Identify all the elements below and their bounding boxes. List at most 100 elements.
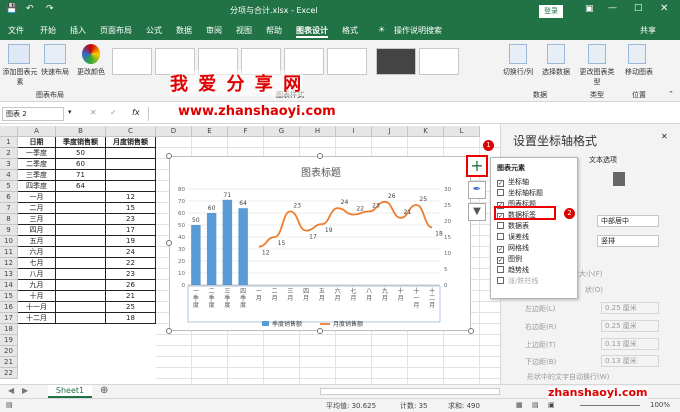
row-header[interactable]: 15 — [0, 291, 18, 302]
chart-element-option[interactable]: ✓ 坐标轴 — [497, 177, 529, 188]
row-header[interactable]: 20 — [0, 346, 18, 357]
select-data-icon[interactable] — [547, 44, 565, 64]
chart-title[interactable]: 图表标题 — [301, 166, 341, 179]
add-chart-element-button[interactable]: 添加图表元素 — [2, 67, 38, 87]
tab-formulas[interactable]: 公式 — [146, 25, 162, 36]
collapse-ribbon-icon[interactable]: ⌃ — [668, 90, 674, 98]
row-header[interactable]: 14 — [0, 280, 18, 291]
table-cell[interactable]: 17 — [106, 225, 156, 236]
table-cell[interactable]: 60 — [56, 159, 106, 170]
resize-handle[interactable] — [166, 240, 172, 246]
share-button[interactable]: 共享 — [640, 25, 656, 36]
page-layout-view-icon[interactable]: ▤ — [532, 401, 539, 409]
save-icon[interactable]: 💾 — [6, 4, 17, 14]
prev-sheet-icon[interactable]: ◀ — [8, 386, 14, 395]
select-data-button[interactable]: 选择数据 — [536, 67, 576, 77]
table-cell[interactable]: 三月 — [18, 214, 56, 225]
checkbox[interactable]: ✓ — [497, 180, 504, 187]
table-cell[interactable]: 18 — [106, 313, 156, 324]
table-cell[interactable] — [56, 214, 106, 225]
row-header[interactable]: 3 — [0, 159, 18, 170]
chart-styles-brush-icon[interactable]: ✒ — [468, 181, 486, 199]
vertical-align-select[interactable]: 中部居中 — [597, 215, 659, 227]
table-cell[interactable]: 12 — [106, 192, 156, 203]
row-header[interactable]: 19 — [0, 335, 18, 346]
row-header[interactable]: 13 — [0, 269, 18, 280]
table-header[interactable]: 月度销售额 — [106, 137, 156, 148]
row-header[interactable]: 11 — [0, 247, 18, 258]
close-icon[interactable]: ✕ — [660, 3, 668, 14]
tab-page-layout[interactable]: 页面布局 — [100, 25, 132, 36]
checkbox[interactable] — [497, 277, 504, 284]
resize-handle[interactable] — [317, 328, 323, 334]
checkbox[interactable] — [497, 266, 504, 273]
table-cell[interactable]: 十月 — [18, 291, 56, 302]
enter-icon[interactable]: ✓ — [110, 108, 117, 117]
tab-view[interactable]: 视图 — [236, 25, 252, 36]
chart-style-1[interactable] — [112, 48, 152, 75]
tab-help[interactable]: 帮助 — [266, 25, 282, 36]
table-cell[interactable] — [56, 203, 106, 214]
chart-element-option[interactable]: 趋势线 — [497, 265, 529, 276]
table-cell[interactable]: 50 — [56, 148, 106, 159]
quick-layout-button[interactable]: 快速布局 — [38, 67, 72, 77]
table-cell[interactable]: 九月 — [18, 280, 56, 291]
palette-icon[interactable] — [82, 44, 100, 64]
column-header[interactable]: A — [18, 126, 56, 137]
next-sheet-icon[interactable]: ▶ — [22, 386, 28, 395]
table-cell[interactable] — [56, 313, 106, 324]
column-header[interactable]: G — [264, 126, 300, 137]
table-cell[interactable]: 四月 — [18, 225, 56, 236]
column-header[interactable]: B — [56, 126, 106, 137]
row-header[interactable]: 2 — [0, 148, 18, 159]
bar[interactable] — [238, 208, 248, 285]
tab-format[interactable]: 格式 — [342, 25, 358, 36]
table-cell[interactable] — [56, 258, 106, 269]
table-cell[interactable]: 七月 — [18, 258, 56, 269]
table-cell[interactable]: 24 — [106, 247, 156, 258]
checkbox[interactable] — [497, 189, 504, 196]
table-cell[interactable]: 23 — [106, 269, 156, 280]
chart-filter-icon[interactable]: ▼ — [468, 203, 486, 221]
row-header[interactable]: 21 — [0, 357, 18, 368]
tab-home[interactable]: 开始 — [40, 25, 56, 36]
tab-chart-design[interactable]: 图表设计 — [296, 25, 328, 38]
normal-view-icon[interactable]: ▦ — [516, 401, 523, 409]
table-header[interactable]: 季度销售额 — [56, 137, 106, 148]
chart-elements-plus-icon[interactable]: + — [466, 155, 488, 177]
fx-icon[interactable]: fx — [132, 108, 140, 117]
zoom-level[interactable]: 100% — [650, 401, 670, 409]
overflow-option[interactable]: 状(O) — [585, 285, 603, 295]
table-cell[interactable]: 二季度 — [18, 159, 56, 170]
row-header[interactable]: 17 — [0, 313, 18, 324]
minimize-icon[interactable]: — — [608, 3, 617, 13]
table-cell[interactable] — [106, 181, 156, 192]
chart-element-option[interactable]: 误差线 — [497, 232, 529, 243]
table-cell[interactable] — [56, 192, 106, 203]
table-cell[interactable]: 三季度 — [18, 170, 56, 181]
row-header[interactable]: 18 — [0, 324, 18, 335]
add-element-icon[interactable] — [8, 44, 30, 64]
table-cell[interactable]: 23 — [106, 214, 156, 225]
ribbon-display-icon[interactable]: ▣ — [585, 4, 594, 14]
column-header[interactable]: I — [336, 126, 372, 137]
row-header[interactable]: 8 — [0, 214, 18, 225]
table-cell[interactable] — [56, 225, 106, 236]
sheet-tab[interactable]: Sheet1 — [48, 385, 92, 398]
row-header[interactable]: 12 — [0, 258, 18, 269]
column-header[interactable]: H — [300, 126, 336, 137]
table-cell[interactable]: 八月 — [18, 269, 56, 280]
left-margin-input[interactable]: 0.25 厘米 — [601, 302, 659, 314]
chart-element-option[interactable]: 坐标轴标题 — [497, 188, 543, 199]
checkbox[interactable] — [497, 233, 504, 240]
resize-handle[interactable] — [468, 328, 474, 334]
text-options-tab[interactable]: 文本选项 — [589, 155, 617, 165]
table-cell[interactable]: 四季度 — [18, 181, 56, 192]
table-cell[interactable] — [56, 291, 106, 302]
bar[interactable] — [191, 225, 201, 285]
tell-me-search[interactable]: 操作说明搜索 — [394, 25, 442, 36]
column-header[interactable]: D — [156, 126, 192, 137]
table-cell[interactable] — [106, 159, 156, 170]
table-cell[interactable]: 71 — [56, 170, 106, 181]
table-cell[interactable]: 19 — [106, 236, 156, 247]
